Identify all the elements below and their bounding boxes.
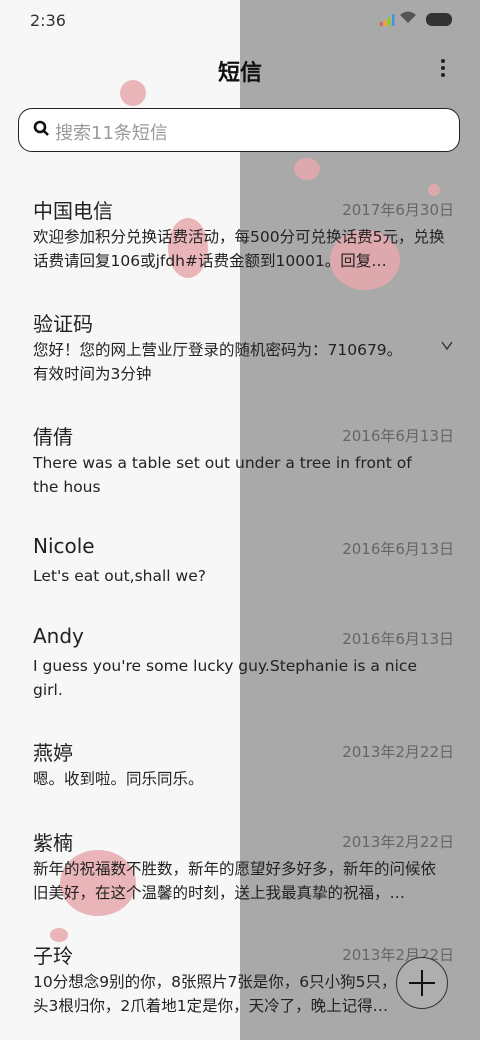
more-menu-button[interactable]	[432, 56, 454, 84]
sender-name: 子玲	[33, 944, 73, 968]
message-item[interactable]: Andy 2016年6月13日 I guess you're some luck…	[0, 614, 480, 724]
more-dot-icon	[441, 73, 445, 77]
sender-name: Nicole	[33, 534, 95, 558]
message-date: 2017年6月30日	[342, 201, 454, 219]
status-time: 2:36	[30, 11, 66, 30]
message-preview: 10分想念9别的你，8张照片7张是你，6只小狗5只，4根骨头3根归你，2爪着地1…	[33, 973, 438, 1015]
message-preview: 新年的祝福数不胜数，新年的愿望好多好多，新年的问候依旧美好，在这个温馨的时刻，送…	[33, 860, 437, 902]
message-preview: 嗯。收到啦。同乐同乐。	[33, 770, 204, 788]
more-dot-icon	[441, 66, 445, 70]
search-input[interactable]: 搜索11条短信	[18, 108, 460, 152]
more-dot-icon	[441, 59, 445, 63]
message-date: 2016年6月13日	[342, 630, 454, 648]
status-bar: 2:36	[0, 0, 480, 40]
message-preview: 您好！您的网上营业厅登录的随机密码为：710679。有效时间为3分钟	[33, 341, 403, 383]
message-date: 2016年6月13日	[342, 427, 454, 445]
sender-name: 验证码	[33, 312, 93, 336]
message-date: 2016年6月13日	[342, 540, 454, 558]
battery-icon	[426, 13, 452, 26]
wifi-icon	[400, 11, 416, 23]
sender-name: Andy	[33, 624, 84, 648]
collapse-icon[interactable]	[441, 340, 453, 352]
message-preview: There was a table set out under a tree i…	[33, 454, 412, 496]
message-date: 2013年2月22日	[342, 833, 454, 851]
sender-name: 倩倩	[33, 425, 73, 449]
message-item[interactable]: 验证码 您好！您的网上营业厅登录的随机密码为：710679。有效时间为3分钟	[0, 298, 480, 408]
signal-icon	[380, 14, 395, 26]
message-preview: 欢迎参加积分兑换话费活动，每500分可兑换话费5元，兑换话费请回复106或jfd…	[33, 228, 445, 270]
sender-name: 燕婷	[33, 741, 73, 765]
search-placeholder: 搜索11条短信	[55, 123, 168, 144]
message-item[interactable]: 倩倩 2016年6月13日 There was a table set out …	[0, 411, 480, 521]
decorative-splat	[294, 158, 320, 180]
message-item[interactable]: 紫楠 2013年2月22日 新年的祝福数不胜数，新年的愿望好多好多，新年的问候依…	[0, 817, 480, 927]
sender-name: 紫楠	[33, 831, 73, 855]
message-date: 2013年2月22日	[342, 743, 454, 761]
sender-name: 中国电信	[33, 199, 113, 223]
message-preview: Let's eat out,shall we?	[33, 567, 206, 585]
new-message-button[interactable]	[396, 957, 448, 1009]
message-item[interactable]: 中国电信 2017年6月30日 欢迎参加积分兑换话费活动，每500分可兑换话费5…	[0, 185, 480, 295]
message-preview: I guess you're some lucky guy.Stephanie …	[33, 657, 417, 699]
page-title: 短信	[217, 61, 262, 86]
search-icon	[33, 120, 49, 136]
